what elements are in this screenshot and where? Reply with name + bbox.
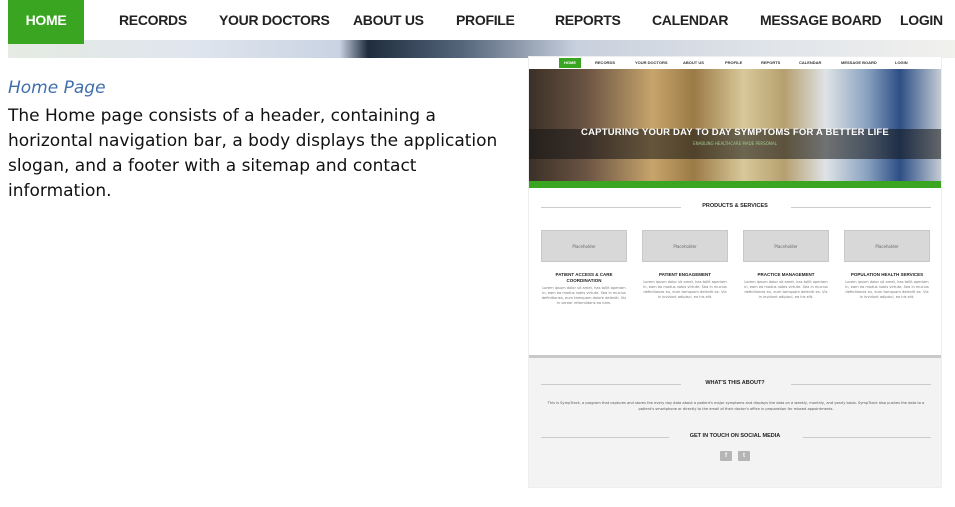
nav-records[interactable]: RECORDS bbox=[119, 0, 187, 40]
card-image-placeholder: Placeholder bbox=[743, 230, 829, 262]
mockup-nav-calendar: CALENDAR bbox=[799, 60, 822, 65]
twitter-icon[interactable]: t bbox=[738, 451, 750, 461]
card-text: Lorem ipsum dolor sit amet, has tollit a… bbox=[744, 280, 828, 299]
mockup-nav: HOME RECORDS YOUR DOCTORS ABOUT US PROFI… bbox=[529, 57, 941, 69]
hero-subtitle: ENABLING HEALTHCARE MADE PERSONAL bbox=[693, 141, 777, 146]
about-text: This is SympTrack, a program that captur… bbox=[547, 401, 925, 411]
home-page-mockup: HOME RECORDS YOUR DOCTORS ABOUT US PROFI… bbox=[528, 56, 942, 488]
about-title: WHAT'S THIS ABOUT? bbox=[705, 380, 765, 386]
service-card: Placeholder POPULATION HEALTH SERVICES L… bbox=[844, 230, 930, 300]
mockup-nav-reports: REPORTS bbox=[761, 60, 781, 65]
hero-slogan: CAPTURING YOUR DAY TO DAY SYMPTOMS FOR A… bbox=[581, 127, 889, 138]
mockup-nav-message-board: MESSAGE BOARD bbox=[841, 60, 877, 65]
nav-home[interactable]: HOME bbox=[8, 0, 84, 44]
card-text: Lorem ipsum dolor sit amet, has tollit a… bbox=[643, 280, 727, 299]
nav-login[interactable]: LOGIN bbox=[900, 0, 943, 40]
card-image-placeholder: Placeholder bbox=[844, 230, 930, 262]
service-card: Placeholder PATIENT ENGAGEMENT Lorem ips… bbox=[642, 230, 728, 300]
mockup-nav-about-us: ABOUT US bbox=[683, 60, 704, 65]
facebook-icon[interactable]: f bbox=[720, 451, 732, 461]
service-card: Placeholder PRACTICE MANAGEMENT Lorem ip… bbox=[743, 230, 829, 300]
card-title: PRACTICE MANAGEMENT bbox=[757, 272, 815, 277]
page-heading: Home Page bbox=[8, 78, 106, 98]
card-title: POPULATION HEALTH SERVICES bbox=[850, 272, 924, 277]
nav-profile[interactable]: PROFILE bbox=[456, 0, 515, 40]
hero-accent-bar bbox=[529, 181, 941, 188]
hero-banner-image bbox=[529, 69, 941, 181]
card-text: Lorem ipsum dolor sit amet, has tollit a… bbox=[845, 280, 929, 299]
card-image-placeholder: Placeholder bbox=[642, 230, 728, 262]
mockup-nav-login: LOGIN bbox=[895, 60, 908, 65]
nav-reports[interactable]: REPORTS bbox=[555, 0, 621, 40]
card-title: PATIENT ACCESS & CARE COORDINATION bbox=[555, 272, 613, 283]
mockup-nav-profile: PROFILE bbox=[725, 60, 743, 65]
card-title: PATIENT ENGAGEMENT bbox=[658, 272, 712, 277]
nav-calendar[interactable]: CALENDAR bbox=[652, 0, 728, 40]
nav-message-board[interactable]: MESSAGE BOARD bbox=[760, 0, 882, 40]
nav-your-doctors[interactable]: YOUR DOCTORS bbox=[219, 0, 330, 40]
mockup-nav-records: RECORDS bbox=[595, 60, 616, 65]
page-description: The Home page consists of a header, cont… bbox=[8, 106, 498, 201]
card-image-placeholder: Placeholder bbox=[541, 230, 627, 262]
mockup-footer bbox=[529, 358, 941, 487]
service-card: Placeholder PATIENT ACCESS & CARE COORDI… bbox=[541, 230, 627, 306]
top-navigation: HOME RECORDS YOUR DOCTORS ABOUT US PROFI… bbox=[8, 0, 955, 58]
products-title: PRODUCTS & SERVICES bbox=[702, 203, 768, 209]
nav-about-us[interactable]: ABOUT US bbox=[353, 0, 424, 40]
card-text: Lorem ipsum dolor sit amet, has tollit a… bbox=[541, 286, 627, 305]
mockup-nav-home: HOME bbox=[559, 58, 581, 68]
mockup-nav-your-doctors: YOUR DOCTORS bbox=[635, 60, 668, 65]
social-title: GET IN TOUCH ON SOCIAL MEDIA bbox=[689, 433, 781, 439]
nav-bar: HOME RECORDS YOUR DOCTORS ABOUT US PROFI… bbox=[8, 0, 955, 44]
